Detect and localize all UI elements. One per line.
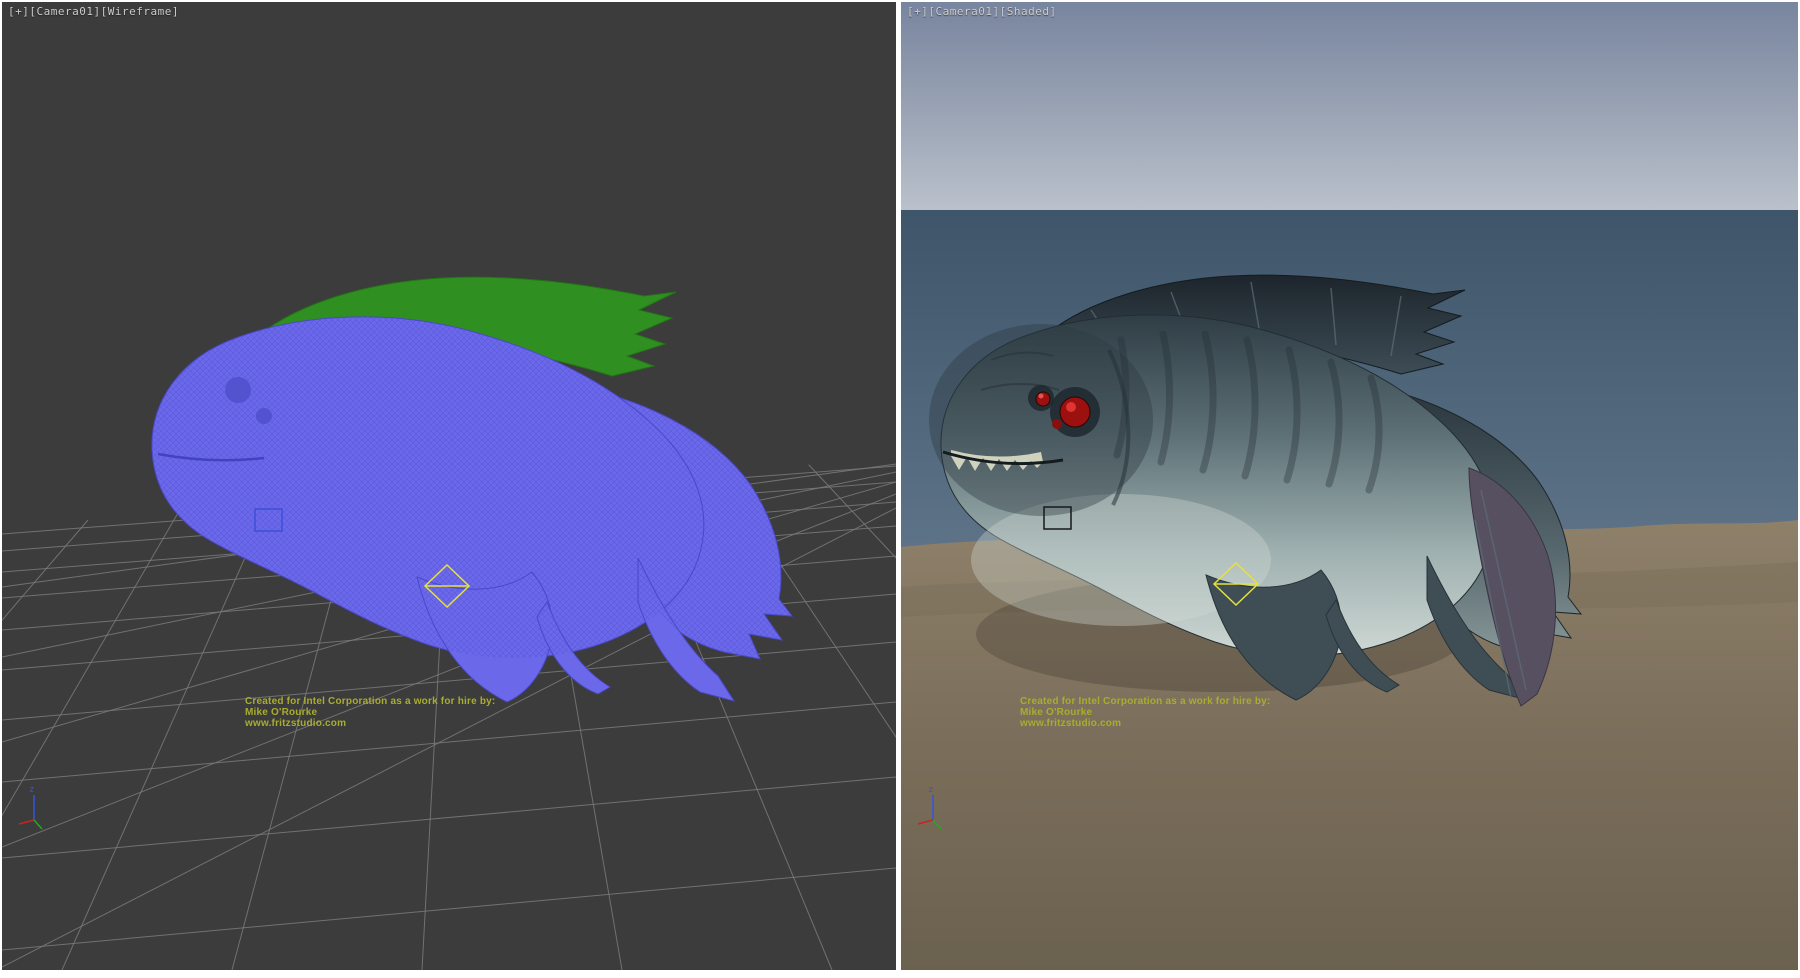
fish-eye-large-highlight [1066,402,1076,412]
world-axis-tripod: z [14,780,58,832]
fish-eye-small [1036,392,1050,406]
fish-eye-small [256,408,272,424]
sky-upper [901,2,1798,210]
watermark-line-1: Created for Intel Corporation as a work … [1020,696,1270,707]
fish-wire-texture [152,317,792,659]
shaded-scene-canvas[interactable] [901,2,1798,970]
viewport-camera01-wireframe[interactable]: [+][Camera01][Wireframe] Created for Int… [2,2,896,970]
wireframe-scene-canvas[interactable] [2,2,896,970]
watermark-line-3: www.fritzstudio.com [245,718,495,729]
fish-model-wireframe[interactable] [152,277,792,702]
watermark-text: Created for Intel Corporation as a work … [1020,696,1270,729]
viewport-label-wireframe[interactable]: [+][Camera01][Wireframe] [8,5,179,18]
viewport-camera01-shaded[interactable]: [+][Camera01][Shaded] Created for Intel … [901,2,1798,970]
axis-z-label: z [928,785,933,795]
fish-eye-large [225,377,251,403]
watermark-line-2: Mike O'Rourke [245,707,495,718]
viewport-split-layout: [+][Camera01][Wireframe] Created for Int… [0,0,1800,978]
world-axis-tripod: z [913,780,957,832]
watermark-line-3: www.fritzstudio.com [1020,718,1270,729]
watermark-text: Created for Intel Corporation as a work … [245,696,495,729]
fish-eye-small-highlight [1039,394,1044,399]
fish-eye-large [1060,397,1090,427]
fish-eye-third [1052,419,1062,429]
watermark-line-2: Mike O'Rourke [1020,707,1270,718]
viewport-label-shaded[interactable]: [+][Camera01][Shaded] [907,5,1057,18]
axis-z-label: z [29,785,34,795]
watermark-line-1: Created for Intel Corporation as a work … [245,696,495,707]
